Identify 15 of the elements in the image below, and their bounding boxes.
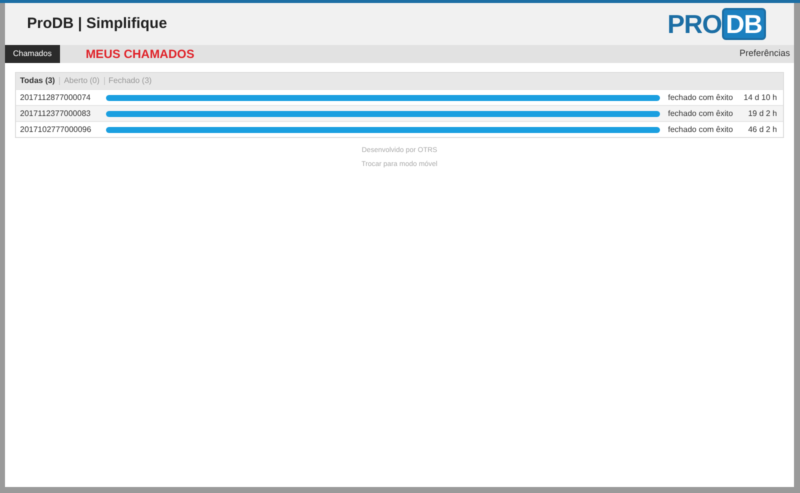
ticket-age: 14 d 10 h	[744, 92, 777, 104]
logo[interactable]: PRO DB	[667, 8, 766, 40]
ticket-age: 19 d 2 h	[748, 108, 777, 120]
ticket-state: fechado com êxito	[668, 92, 733, 104]
ticket-number[interactable]: 2017112877000074	[20, 92, 102, 104]
ticket-state: fechado com êxito	[668, 108, 733, 120]
preferences-link[interactable]: Preferências	[739, 47, 790, 61]
site-title: ProDB | Simplifique	[27, 14, 168, 34]
page-heading: MEUS CHAMADOS	[86, 46, 194, 63]
ticket-number[interactable]: 2017112377000083	[20, 108, 102, 120]
ticket-state: fechado com êxito	[668, 124, 733, 136]
ticket-number[interactable]: 2017102777000096	[20, 124, 102, 136]
filter-tab[interactable]: Todas (3)	[20, 75, 55, 87]
nav-tab[interactable]: Chamados	[5, 45, 60, 63]
ticket-age: 46 d 2 h	[748, 124, 777, 136]
